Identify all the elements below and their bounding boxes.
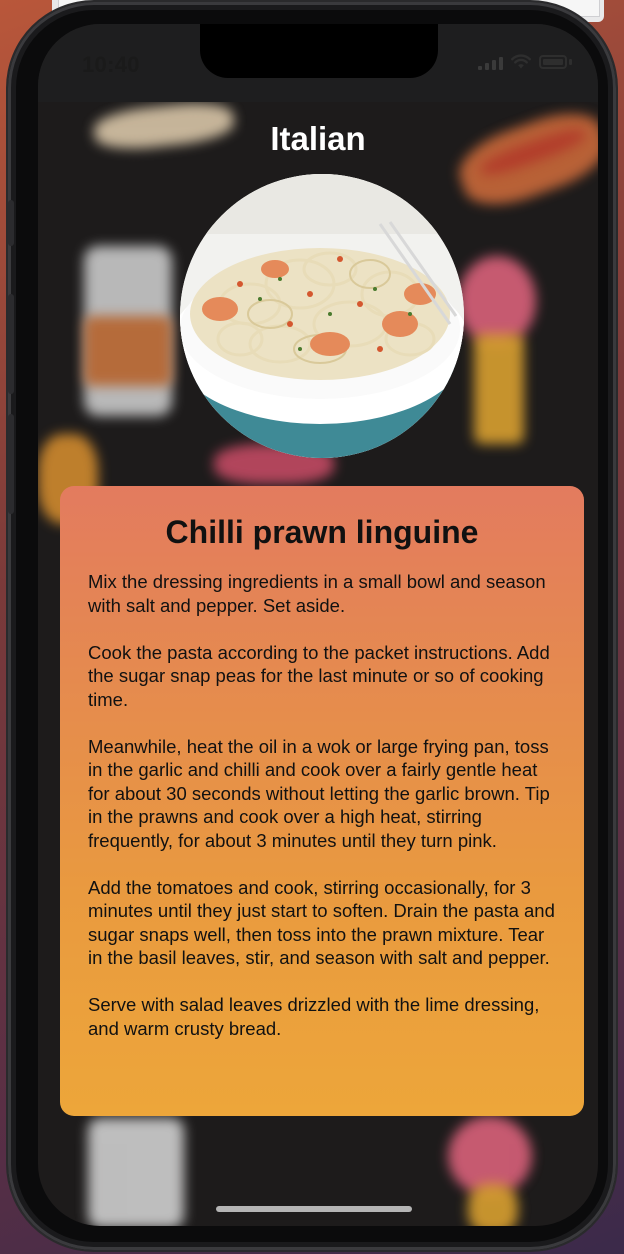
- recipe-title: Chilli prawn linguine: [165, 514, 479, 550]
- mute-switch: [8, 200, 14, 246]
- status-icons: [478, 54, 572, 70]
- wifi-icon: [511, 54, 531, 69]
- instruction-step: Add the tomatoes and cook, stirring occa…: [88, 876, 555, 969]
- volume-up-button: [8, 294, 14, 394]
- app-screen: 10:40 Italian Chilli prawn linguine Mix …: [38, 24, 598, 1226]
- recipe-card: Chilli prawn linguine Mix the dressing i…: [60, 486, 584, 1116]
- phone-frame: 10:40 Italian Chilli prawn linguine Mix …: [8, 2, 616, 1250]
- instruction-step: Meanwhile, heat the oil in a wok or larg…: [88, 735, 550, 851]
- notch: [200, 24, 438, 78]
- cellular-signal-icon: [478, 54, 503, 70]
- recipe-instructions: Mix the dressing ingredients in a small …: [88, 570, 560, 1064]
- status-time: 10:40: [82, 52, 140, 77]
- instruction-step: Serve with salad leaves drizzled with th…: [88, 994, 540, 1039]
- home-indicator[interactable]: [216, 1206, 412, 1212]
- volume-down-button: [8, 414, 14, 514]
- battery-cap: [569, 59, 572, 65]
- instruction-step: Mix the dressing ingredients in a small …: [88, 571, 546, 616]
- dish-photo: [180, 174, 464, 458]
- instruction-step: Cook the pasta according to the packet i…: [88, 641, 550, 710]
- battery-icon: [539, 55, 567, 69]
- status-bar: 10:40: [38, 24, 598, 102]
- cuisine-title: Italian: [270, 120, 366, 157]
